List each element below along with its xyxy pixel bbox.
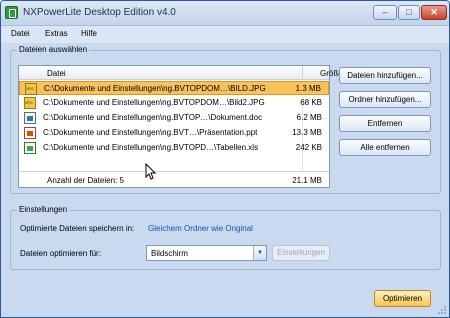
optimize-for-select[interactable]: Bildschirm ▼ [146, 245, 267, 261]
file-size: 68 KB [300, 98, 322, 107]
jpg-file-icon [25, 83, 37, 95]
remove-all-button[interactable]: Alle entfernen [339, 139, 431, 156]
mouse-cursor-icon [145, 163, 157, 180]
excel-file-icon [24, 142, 36, 154]
file-row[interactable]: C:\Dokumente und Einstellungen\ng.BVTOPD… [19, 81, 329, 95]
file-count: Anzahl der Dateien: 5 [47, 176, 124, 185]
app-icon [5, 6, 18, 19]
file-row[interactable]: C:\Dokumente und Einstellungen\ng.BVT…\P… [19, 126, 329, 140]
files-group-title: Dateien auswählen [17, 45, 90, 54]
powerpoint-file-icon [24, 127, 36, 139]
file-path: C:\Dokumente und Einstellungen\ng.BVTOP…… [43, 113, 263, 122]
close-button[interactable]: ✕ [421, 5, 447, 20]
file-path: C:\Dokumente und Einstellungen\ng.BVTOPD… [43, 98, 265, 107]
settings-button[interactable]: Einstellungen [272, 245, 330, 261]
file-row[interactable]: C:\Dokumente und Einstellungen\ng.BVTOP…… [19, 111, 329, 125]
resize-grip-icon[interactable] [437, 305, 447, 315]
file-path: C:\Dokumente und Einstellungen\ng.BVT…\P… [43, 128, 258, 137]
maximize-button[interactable]: □ [398, 5, 420, 20]
total-size: 21.1 MB [292, 176, 322, 185]
menu-extras[interactable]: Extras [45, 29, 68, 38]
jpg-file-icon [24, 97, 36, 109]
window-title: NXPowerLite Desktop Edition v4.0 [23, 7, 176, 18]
menu-bar: Datei Extras Hilfe [1, 26, 449, 43]
file-list-header: Datei Größe [19, 66, 343, 80]
optimize-for-value: Bildschirm [151, 249, 188, 258]
menu-hilfe[interactable]: Hilfe [81, 29, 97, 38]
title-bar[interactable]: NXPowerLite Desktop Edition v4.0 – □ ✕ [1, 1, 449, 26]
save-location-link[interactable]: Gleichem Ordner wie Original [148, 224, 253, 233]
file-path: C:\Dokumente und Einstellungen\ng.BVTOPD… [43, 143, 259, 152]
file-size: 242 KB [295, 143, 322, 152]
file-size: 13.3 MB [292, 128, 322, 137]
file-rows: C:\Dokumente und Einstellungen\ng.BVTOPD… [19, 81, 329, 171]
save-location-label: Optimierte Dateien speichern in: [20, 224, 135, 233]
column-divider[interactable] [302, 66, 303, 80]
optimize-button[interactable]: Optimieren [374, 290, 431, 307]
minimize-button[interactable]: – [373, 5, 397, 20]
file-row[interactable]: C:\Dokumente und Einstellungen\ng.BVTOPD… [19, 96, 329, 110]
file-size: 6.2 MB [296, 113, 322, 122]
column-header-file[interactable]: Datei [47, 69, 66, 78]
file-path: C:\Dokumente und Einstellungen\ng.BVTOPD… [44, 84, 266, 93]
settings-group: Einstellungen [10, 205, 441, 270]
app-window: NXPowerLite Desktop Edition v4.0 – □ ✕ D… [0, 0, 450, 318]
file-list-footer: Anzahl der Dateien: 5 21.1 MB [19, 171, 329, 187]
add-files-button[interactable]: Dateien hinzufügen... [339, 67, 431, 84]
word-doc-icon [24, 112, 36, 124]
add-folder-button[interactable]: Ordner hinzufügen... [339, 91, 431, 108]
chevron-down-icon[interactable]: ▼ [253, 246, 266, 260]
settings-group-title: Einstellungen [17, 205, 70, 214]
optimize-for-label: Dateien optimieren für: [20, 249, 101, 258]
remove-button[interactable]: Entfernen [339, 115, 431, 132]
menu-datei[interactable]: Datei [11, 29, 30, 38]
file-list[interactable]: Datei Größe C:\Dokumente und Einstellung… [18, 65, 343, 188]
file-row[interactable]: C:\Dokumente und Einstellungen\ng.BVTOPD… [19, 141, 329, 155]
file-size: 1.3 MB [295, 84, 321, 93]
